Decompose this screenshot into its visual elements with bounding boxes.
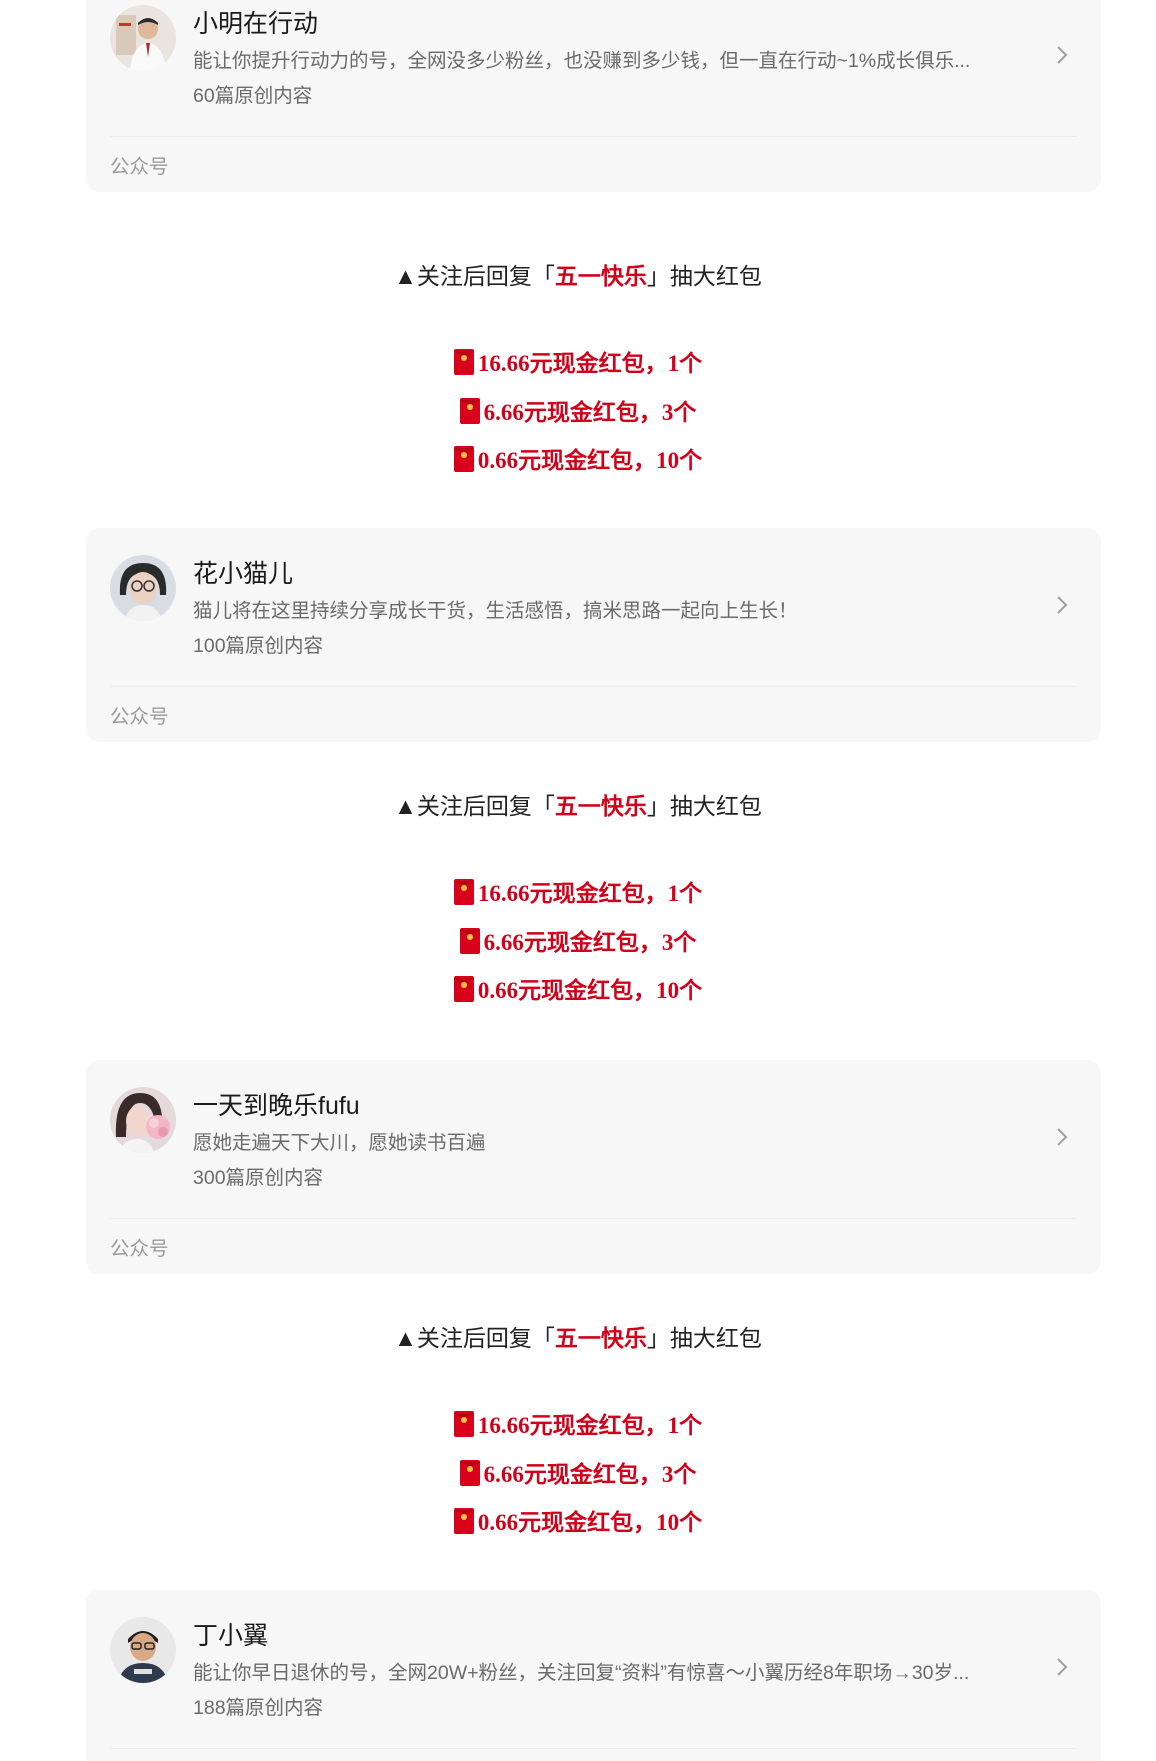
- red-envelope-icon: [453, 446, 474, 472]
- account-name: 花小猫儿: [193, 560, 294, 588]
- promo-keyword: 五一快乐: [554, 793, 647, 819]
- reward-line: 6.66元现金红包，3个: [0, 1455, 1156, 1489]
- account-description: 能让你早日退休的号，全网20W+粉丝，关注回复“资料”有惊喜～小翼历经8年职场→…: [193, 1662, 970, 1684]
- reward-line: 6.66元现金红包，3个: [0, 393, 1156, 427]
- chevron-right-icon[interactable]: [1053, 44, 1071, 66]
- account-name: 小明在行动: [193, 10, 319, 38]
- reward-line: 0.66元现金红包，10个: [0, 441, 1156, 475]
- chevron-right-icon[interactable]: [1053, 1656, 1071, 1678]
- red-envelope-icon: [453, 1508, 474, 1534]
- woman-flowers-avatar: [110, 1087, 176, 1153]
- red-envelope-icon: [453, 879, 474, 905]
- article-count: 60篇原创内容: [193, 85, 313, 107]
- account-description: 猫儿将在这里持续分享成长干货，生活感悟，搞米思路一起向上生长！: [193, 600, 798, 622]
- red-envelope-icon: [459, 1460, 480, 1486]
- promo-headline: ▲关注后回复「五一快乐」抽大红包: [394, 793, 762, 819]
- reward-line: 16.66元现金红包，1个: [0, 1406, 1156, 1440]
- red-envelope-icon: [453, 349, 474, 375]
- account-name: 丁小翼: [193, 1622, 269, 1650]
- man-portrait-avatar: [110, 5, 176, 71]
- promo-keyword: 五一快乐: [554, 263, 647, 289]
- account-card-3[interactable]: 一天到晚乐fufu 愿她走遍天下大川，愿她读书百遍 300篇原创内容 公众号: [86, 1060, 1101, 1274]
- man-glasses-avatar: [110, 1617, 176, 1683]
- promo-headline: ▲关注后回复「五一快乐」抽大红包: [394, 263, 762, 289]
- red-envelope-icon: [453, 1411, 474, 1437]
- chevron-right-icon[interactable]: [1053, 594, 1071, 616]
- account-type-label: 公众号: [110, 156, 169, 178]
- account-card-header[interactable]: 丁小翼 能让你早日退休的号，全网20W+粉丝，关注回复“资料”有惊喜～小翼历经8…: [110, 1590, 1077, 1749]
- article-count: 300篇原创内容: [193, 1167, 324, 1189]
- chevron-right-icon[interactable]: [1053, 1126, 1071, 1148]
- reward-line: 16.66元现金红包，1个: [0, 344, 1156, 378]
- account-card-1[interactable]: 小明在行动 能让你提升行动力的号，全网没多少粉丝，也没赚到多少钱，但一直在行动~…: [86, 0, 1101, 192]
- reward-line: 16.66元现金红包，1个: [0, 874, 1156, 908]
- article-count: 188篇原创内容: [193, 1697, 324, 1719]
- account-description: 能让你提升行动力的号，全网没多少粉丝，也没赚到多少钱，但一直在行动~1%成长俱乐…: [193, 50, 971, 72]
- article-count: 100篇原创内容: [193, 635, 324, 657]
- account-type-label: 公众号: [110, 706, 169, 728]
- red-envelope-icon: [459, 398, 480, 424]
- account-card-header[interactable]: 一天到晚乐fufu 愿她走遍天下大川，愿她读书百遍 300篇原创内容: [110, 1060, 1077, 1219]
- woman-glasses-avatar: [110, 555, 176, 621]
- red-envelope-icon: [453, 976, 474, 1002]
- reward-line: 0.66元现金红包，10个: [0, 971, 1156, 1005]
- promo-headline: ▲关注后回复「五一快乐」抽大红包: [394, 1325, 762, 1351]
- reward-line: 6.66元现金红包，3个: [0, 923, 1156, 957]
- account-name: 一天到晚乐fufu: [193, 1092, 360, 1120]
- red-envelope-icon: [459, 928, 480, 954]
- account-card-2[interactable]: 花小猫儿 猫儿将在这里持续分享成长干货，生活感悟，搞米思路一起向上生长！ 100…: [86, 528, 1101, 742]
- account-description: 愿她走遍天下大川，愿她读书百遍: [193, 1132, 486, 1154]
- account-type-label: 公众号: [110, 1238, 169, 1260]
- account-card-header[interactable]: 小明在行动 能让你提升行动力的号，全网没多少粉丝，也没赚到多少钱，但一直在行动~…: [110, 0, 1077, 137]
- reward-line: 0.66元现金红包，10个: [0, 1503, 1156, 1537]
- account-card-header[interactable]: 花小猫儿 猫儿将在这里持续分享成长干货，生活感悟，搞米思路一起向上生长！ 100…: [110, 528, 1077, 687]
- promo-keyword: 五一快乐: [554, 1325, 647, 1351]
- account-card-4[interactable]: 丁小翼 能让你早日退休的号，全网20W+粉丝，关注回复“资料”有惊喜～小翼历经8…: [86, 1590, 1101, 1761]
